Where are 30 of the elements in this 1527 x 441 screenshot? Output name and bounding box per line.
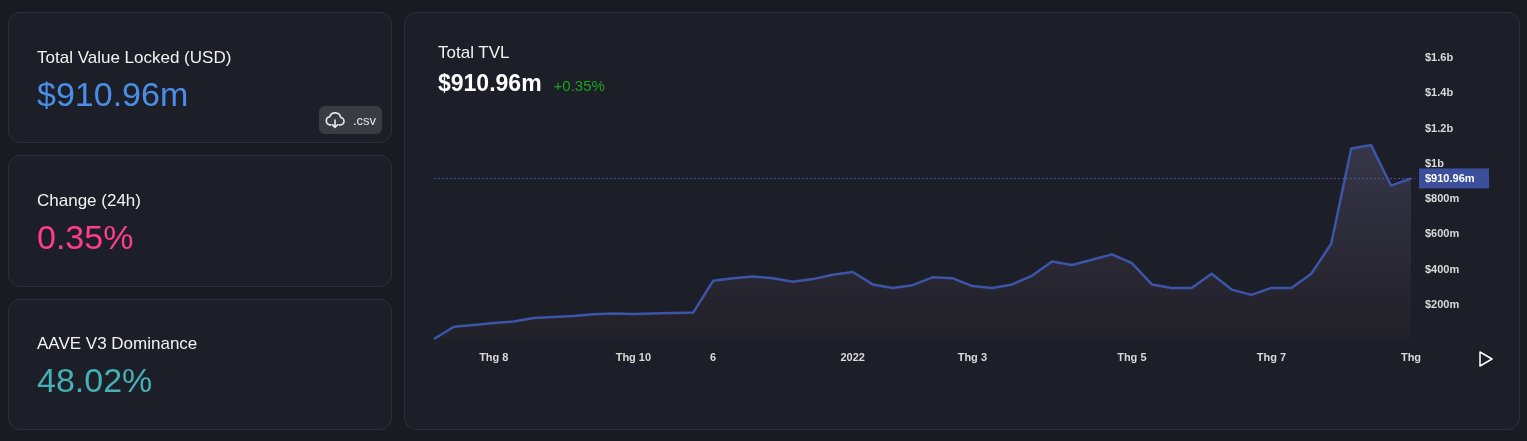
x-axis-label: 6 [710,351,717,363]
ref-line-label: $910.96m [1425,172,1475,185]
x-axis-label: 2022 [840,351,865,363]
chart-value: $910.96m [438,69,542,98]
play-icon[interactable] [1479,351,1493,367]
x-axis-label: Thg 7 [1256,351,1287,363]
y-axis-label: $1.4b [1425,86,1454,99]
stat-value: $910.96m [37,73,190,115]
stat-value: 48.02% [37,360,154,402]
chart-title: Total TVL [438,42,511,64]
y-axis-label: $1.6b [1425,51,1454,63]
stat-label: AAVE V3 Dominance [37,333,199,356]
x-axis-label: Thg 3 [957,351,987,363]
x-axis-label: Thg [1400,351,1422,363]
csv-download-button[interactable]: .csv [318,106,382,135]
y-axis-label: $800m [1425,192,1460,204]
x-axis-label: Thg 8 [479,351,509,363]
change-value: +0.35% [553,76,605,96]
y-axis-label: $400m [1425,262,1460,275]
y-axis-label: $1.2b [1425,121,1454,134]
stat-label: Change (24h) [37,190,142,212]
x-axis-label: Thg 5 [1117,351,1147,363]
cloud-download-icon [324,111,345,130]
y-axis-label: $600m [1425,227,1460,240]
y-axis-label: $200m [1425,297,1460,310]
price-label: $910.96m [1419,168,1489,189]
stat-label: Total Value Locked (USD) [37,46,233,69]
y-axis-label: $1b [1425,156,1444,169]
stat-value: 0.35% [37,217,135,258]
x-axis-label: Thg 10 [615,351,652,363]
